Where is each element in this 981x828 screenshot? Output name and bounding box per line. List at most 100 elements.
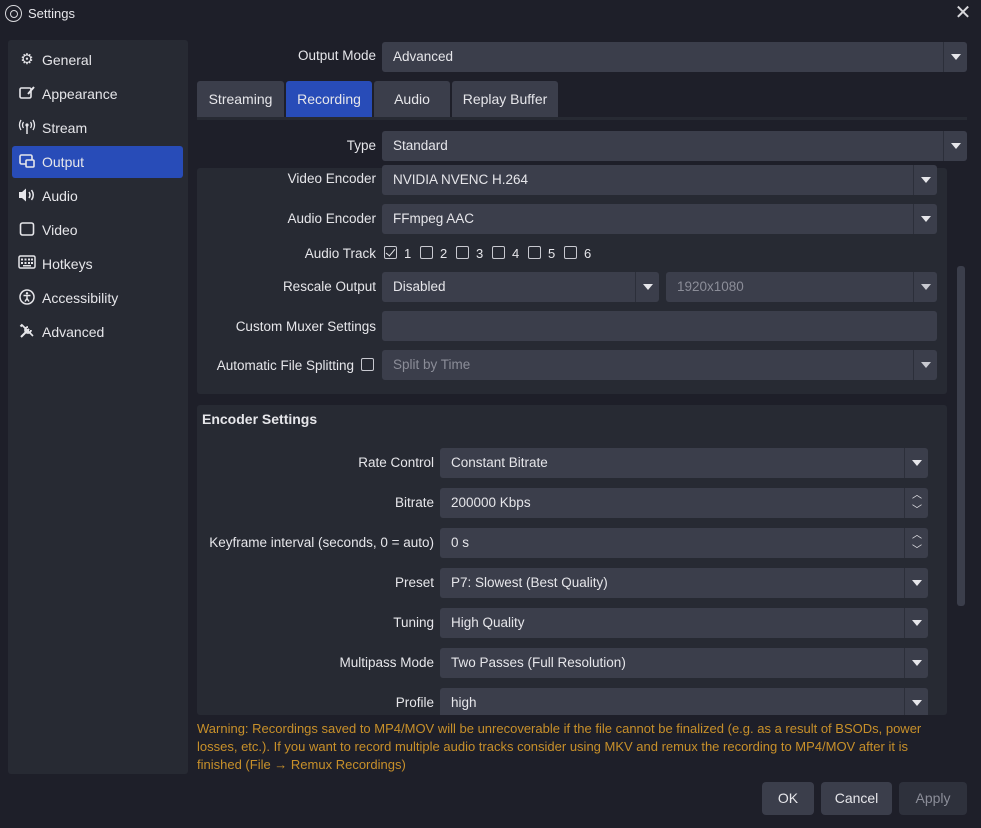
- sidebar-item-appearance[interactable]: Appearance: [12, 78, 183, 110]
- keyframe-interval-stepper[interactable]: 0 s ︿ ﹀: [440, 528, 928, 558]
- sidebar-item-general[interactable]: ⚙ General: [12, 44, 183, 76]
- rescale-resolution-value: 1920x1080: [677, 279, 744, 294]
- sidebar-item-audio[interactable]: Audio: [12, 180, 183, 212]
- keyframe-interval-value: 0 s: [451, 535, 470, 550]
- chevron-down-icon[interactable]: ﹀: [905, 503, 929, 518]
- speaker-icon: [18, 187, 36, 205]
- chevron-down-icon: [913, 272, 937, 302]
- multipass-mode-select[interactable]: Two Passes (Full Resolution): [440, 648, 928, 678]
- audio-track-label: Audio Track: [304, 246, 376, 261]
- gear-icon: ⚙: [20, 51, 34, 68]
- audio-track-5-checkbox[interactable]: [528, 246, 541, 259]
- chevron-down-icon: [943, 131, 967, 161]
- chevron-down-icon: [904, 608, 928, 638]
- preset-value: P7: Slowest (Best Quality): [451, 575, 608, 590]
- keyframe-interval-label: Keyframe interval (seconds, 0 = auto): [209, 535, 434, 550]
- apply-button[interactable]: Apply: [899, 782, 967, 815]
- type-select[interactable]: Standard: [382, 131, 967, 161]
- audio-track-4-checkbox[interactable]: [492, 246, 505, 259]
- audio-track-6-checkbox[interactable]: [564, 246, 577, 259]
- sidebar-item-output[interactable]: Output: [12, 146, 183, 178]
- sidebar-item-stream[interactable]: Stream: [12, 112, 183, 144]
- audio-track-1-checkbox[interactable]: [384, 246, 397, 259]
- video-encoder-select[interactable]: NVIDIA NVENC H.264: [382, 165, 937, 195]
- audio-track-3-checkbox[interactable]: [456, 246, 469, 259]
- audio-encoder-label: Audio Encoder: [287, 211, 376, 226]
- audio-track-number: 4: [512, 246, 520, 261]
- tab-replay-buffer[interactable]: Replay Buffer: [452, 81, 558, 117]
- scrollbar[interactable]: [955, 168, 967, 716]
- scrollbar-thumb[interactable]: [957, 266, 965, 606]
- tab-audio[interactable]: Audio: [374, 81, 450, 117]
- stepper-buttons: ︿ ﹀: [904, 488, 928, 518]
- custom-muxer-input[interactable]: [382, 311, 937, 341]
- tab-underline: [197, 117, 967, 120]
- tab-recording[interactable]: Recording: [286, 81, 372, 117]
- audio-track-number: 1: [404, 246, 412, 261]
- preset-label: Preset: [394, 575, 434, 590]
- tuning-value: High Quality: [451, 615, 525, 630]
- sidebar-item-video[interactable]: Video: [12, 214, 183, 246]
- output-mode-select[interactable]: Advanced: [382, 42, 967, 72]
- chevron-down-icon: [904, 568, 928, 598]
- chevron-down-icon: [904, 448, 928, 478]
- audio-track-number: 6: [584, 246, 592, 261]
- ok-button[interactable]: OK: [762, 782, 814, 815]
- bitrate-stepper[interactable]: 200000 Kbps ︿ ﹀: [440, 488, 928, 518]
- close-icon[interactable]: ✕: [953, 1, 973, 25]
- profile-select[interactable]: high: [440, 688, 928, 715]
- sidebar-item-label: Accessibility: [42, 290, 119, 306]
- title-bar: Settings ✕: [0, 0, 981, 28]
- video-encoder-label: Video Encoder: [287, 171, 376, 186]
- sidebar-item-accessibility[interactable]: Accessibility: [12, 282, 183, 314]
- tuning-label: Tuning: [393, 615, 434, 630]
- chevron-down-icon: [943, 42, 967, 72]
- type-value: Standard: [393, 138, 448, 153]
- rate-control-value: Constant Bitrate: [451, 455, 548, 470]
- profile-label: Profile: [395, 695, 434, 710]
- file-splitting-checkbox[interactable]: [361, 358, 374, 371]
- chevron-up-icon[interactable]: ︿: [905, 488, 929, 503]
- sidebar-item-hotkeys[interactable]: Hotkeys: [12, 248, 183, 280]
- chevron-down-icon: [635, 272, 659, 302]
- rescale-output-label: Rescale Output: [282, 279, 376, 294]
- sidebar-item-label: Output: [42, 154, 85, 170]
- accessibility-icon: [18, 289, 36, 307]
- sidebar: ⚙ General Appearance Stream Output Audio…: [8, 40, 188, 774]
- tools-icon: [18, 323, 36, 341]
- obs-logo-icon: [5, 5, 22, 22]
- cancel-button[interactable]: Cancel: [821, 782, 892, 815]
- chevron-up-icon[interactable]: ︿: [905, 528, 929, 543]
- rescale-output-select[interactable]: Disabled: [382, 272, 659, 302]
- file-splitting-select[interactable]: Split by Time: [382, 350, 937, 380]
- chevron-down-icon[interactable]: ﹀: [905, 543, 929, 558]
- rescale-output-value: Disabled: [393, 279, 446, 294]
- chevron-down-icon: [904, 648, 928, 678]
- chevron-down-icon: [904, 688, 928, 715]
- appearance-icon: [18, 85, 36, 103]
- multipass-mode-label: Multipass Mode: [339, 655, 434, 670]
- audio-track-number: 5: [548, 246, 556, 261]
- type-label: Type: [346, 138, 376, 153]
- audio-track-2-checkbox[interactable]: [420, 246, 433, 259]
- file-splitting-value: Split by Time: [393, 357, 471, 372]
- tab-streaming[interactable]: Streaming: [197, 81, 284, 117]
- chevron-down-icon: [913, 204, 937, 234]
- chevron-down-icon: [913, 350, 937, 380]
- sidebar-item-label: Hotkeys: [42, 256, 93, 272]
- encoder-settings-title: Encoder Settings: [202, 411, 318, 427]
- sidebar-item-advanced[interactable]: Advanced: [12, 316, 183, 348]
- bitrate-label: Bitrate: [394, 495, 434, 510]
- window-title: Settings: [28, 6, 75, 21]
- multipass-mode-value: Two Passes (Full Resolution): [451, 655, 626, 670]
- chevron-down-icon: [913, 165, 937, 195]
- bitrate-value: 200000 Kbps: [451, 495, 531, 510]
- broadcast-icon: [18, 119, 36, 137]
- sidebar-item-label: Appearance: [42, 86, 118, 102]
- tuning-select[interactable]: High Quality: [440, 608, 928, 638]
- rate-control-select[interactable]: Constant Bitrate: [440, 448, 928, 478]
- rescale-resolution-select[interactable]: 1920x1080: [666, 272, 937, 302]
- sidebar-item-label: General: [42, 52, 92, 68]
- audio-encoder-select[interactable]: FFmpeg AAC: [382, 204, 937, 234]
- preset-select[interactable]: P7: Slowest (Best Quality): [440, 568, 928, 598]
